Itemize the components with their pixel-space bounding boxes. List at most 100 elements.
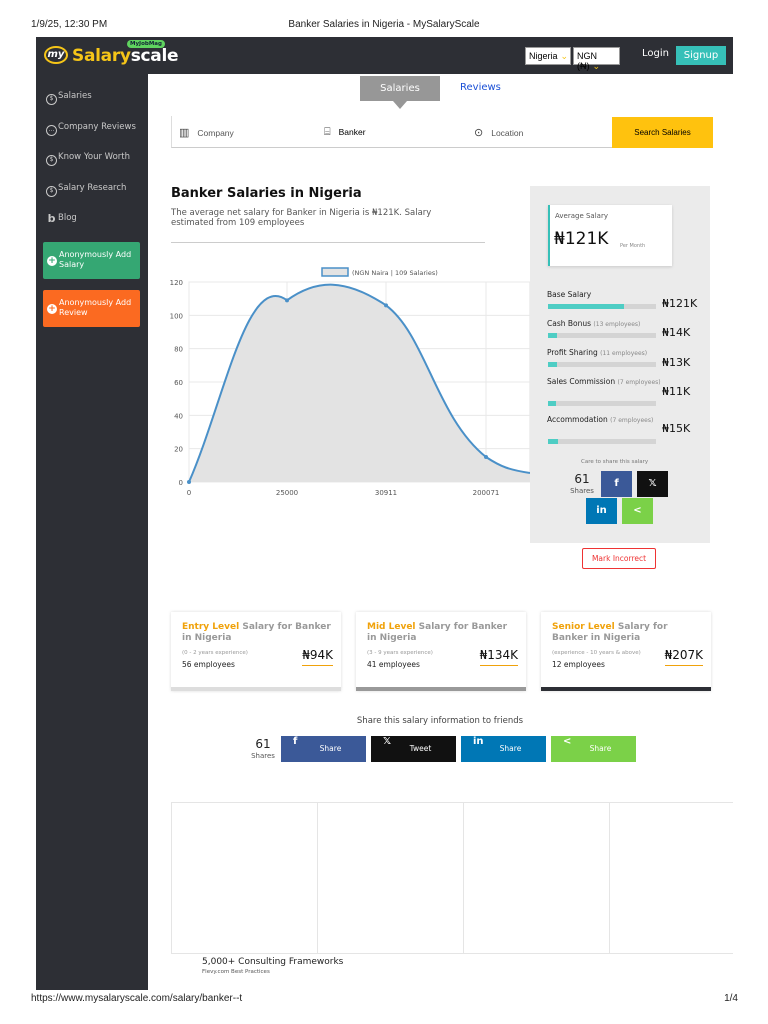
tab-salaries[interactable]: Salaries [360, 76, 440, 109]
level-salary: ₦207K [664, 648, 703, 666]
salary-distribution-chart: 0 20 40 60 80 100 120 0 25000 30911 200071 (NGN Nai… [170, 267, 530, 497]
sidebar-item-salary-research[interactable]: $ Salary Research [46, 183, 126, 197]
ad-cell[interactable] [171, 803, 317, 954]
print-header: 1/9/25, 12:30 PM Banker Salaries in Nige… [0, 19, 768, 33]
level-bottom-bar [541, 687, 711, 691]
y-tick-label: 80 [174, 346, 183, 354]
logo-wordmark: Salaryscale [72, 46, 179, 66]
add-review-button[interactable]: + Anonymously Add Review [43, 290, 140, 327]
add-salary-button[interactable]: + Anonymously Add Salary [43, 242, 140, 279]
component-label: Profit Sharing [547, 348, 598, 357]
entry-level-card[interactable]: Entry Level Salary for Banker in Nigeria… [171, 612, 341, 691]
generic-share-button[interactable]: < [622, 498, 653, 524]
component-bar [548, 439, 656, 444]
tab-reviews[interactable]: Reviews [460, 82, 501, 93]
blog-icon: b [47, 212, 56, 225]
y-tick-label: 40 [174, 412, 183, 420]
sidebar-item-blog[interactable]: b Blog [46, 213, 77, 224]
plus-icon: + [47, 256, 57, 266]
site-logo[interactable]: my Salaryscale MyJobMag [44, 40, 179, 69]
add-review-label: Anonymously Add Review [59, 298, 132, 317]
job-field[interactable]: ⌸ Banker [324, 126, 366, 139]
salary-search-bar: ▥ Company ⌸ Banker ⊙ Location Search Salari… [171, 116, 713, 148]
sidebar-item-label: Salary Research [58, 183, 127, 193]
location-placeholder: Location [491, 128, 524, 138]
component-profit-sharing: Profit Sharing (11 employees) ₦13K [547, 348, 707, 369]
y-tick-label: 100 [170, 312, 183, 320]
component-value: ₦11K [662, 385, 691, 398]
tweet-button[interactable]: 𝕏 Tweet [371, 736, 456, 762]
sidebar-item-know-your-worth[interactable]: $ Know Your Worth [46, 152, 130, 166]
chevron-down-icon: ⌄ [560, 51, 569, 61]
facebook-share-button[interactable]: f [601, 471, 632, 497]
facebook-share-wide-button[interactable]: f Share [281, 736, 366, 762]
ad-cell[interactable] [609, 803, 733, 954]
level-bottom-bar [171, 687, 341, 691]
y-tick-label: 120 [170, 279, 183, 287]
tweet-label: Tweet [409, 744, 432, 753]
component-sales-commission: Sales Commission (7 employees) ₦11K [547, 377, 707, 406]
component-bar [548, 362, 656, 367]
share-count-value: 61 [574, 472, 590, 486]
facebook-share-label: Share [319, 744, 342, 753]
salary-breakdown-panel: Average Salary ₦121K Per Month Base Sala… [530, 186, 710, 543]
component-bar-fill [548, 401, 556, 406]
linkedin-share-label: Share [499, 744, 522, 753]
component-label: Accommodation [547, 415, 608, 424]
top-navbar: my Salaryscale MyJobMag Nigeria ⌄ NGN (₦)… [36, 37, 733, 74]
mark-incorrect-button[interactable]: Mark Incorrect [582, 548, 656, 569]
signup-button[interactable]: Signup [676, 46, 726, 65]
level-title: Mid Level Salary for Banker in Nigeria [367, 622, 517, 644]
level-employees: 56 employees [182, 660, 235, 669]
login-link[interactable]: Login [642, 48, 669, 59]
search-salaries-button[interactable]: Search Salaries [612, 117, 713, 148]
ad-source: Flevy.com Best Practices [202, 969, 270, 975]
share-prompt: Care to share this salary [581, 459, 649, 465]
level-accent: Senior Level [552, 622, 615, 632]
page-title: Banker Salaries in Nigeria [171, 186, 362, 201]
senior-level-card[interactable]: Senior Level Salary for Banker in Nigeri… [541, 612, 711, 691]
ad-title[interactable]: 5,000+ Consulting Frameworks [202, 957, 343, 967]
level-employees: 12 employees [552, 660, 605, 669]
mid-level-card[interactable]: Mid Level Salary for Banker in Nigeria (… [356, 612, 526, 691]
share-count: 61 Shares [248, 738, 278, 762]
generic-share-wide-button[interactable]: < Share [551, 736, 636, 762]
y-tick-label: 20 [174, 446, 183, 454]
component-note: (7 employees) [617, 379, 661, 386]
currency-select[interactable]: NGN (₦) ⌄ [573, 47, 620, 71]
plus-icon: + [47, 304, 57, 314]
ad-grid [171, 802, 733, 954]
logo-scale: scale [130, 46, 179, 66]
component-value: ₦15K [662, 422, 691, 435]
average-salary-period: Per Month [620, 243, 646, 249]
sidebar-item-label: Salaries [58, 91, 92, 101]
level-title: Entry Level Salary for Banker in Nigeria [182, 622, 332, 644]
x-share-button[interactable]: 𝕏 [637, 471, 668, 497]
generic-share-label: Share [589, 744, 612, 753]
add-salary-label: Anonymously Add Salary [59, 250, 132, 269]
linkedin-share-button[interactable]: in [586, 498, 617, 524]
component-base-salary: Base Salary ₦121K [547, 290, 707, 310]
sidebar-item-salaries[interactable]: $ Salaries [46, 91, 92, 105]
average-salary-label: Average Salary [555, 212, 608, 220]
location-field[interactable]: ⊙ Location [474, 126, 523, 139]
sidebar-item-company-reviews[interactable]: … Company Reviews [46, 122, 136, 136]
component-bar [548, 333, 656, 338]
linkedin-share-wide-button[interactable]: in Share [461, 736, 546, 762]
legend-label: (NGN Naira | 109 Salaries) [352, 269, 438, 277]
country-select[interactable]: Nigeria ⌄ [525, 47, 571, 65]
share-count-label: Shares [570, 487, 594, 495]
linkedin-icon: in [596, 505, 607, 516]
company-field[interactable]: ▥ Company [179, 126, 234, 139]
ad-cell[interactable] [317, 803, 463, 954]
component-note: (7 employees) [610, 417, 654, 424]
component-value: ₦121K [662, 297, 698, 310]
sidebar: $ Salaries … Company Reviews $ Know Your Wo… [36, 74, 148, 990]
chevron-down-icon: ⌄ [592, 61, 601, 71]
component-value: ₦13K [662, 356, 691, 369]
search-icon: $ [46, 186, 57, 197]
ad-cell[interactable] [463, 803, 609, 954]
component-cash-bonus: Cash Bonus (13 employees) ₦14K [547, 319, 707, 339]
component-bar-fill [548, 362, 557, 367]
component-bar [548, 304, 656, 309]
